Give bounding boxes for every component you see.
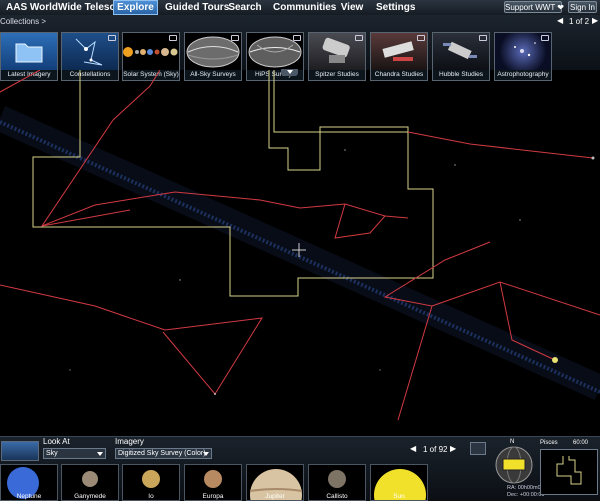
mini-map[interactable] (540, 449, 598, 495)
menu-settings[interactable]: Settings (376, 0, 415, 15)
context-item-label: Europa (202, 493, 224, 500)
menu-bar: AAS WorldWide Telescope Explore Guided T… (0, 0, 600, 16)
globe-icon[interactable] (495, 446, 533, 484)
compass-north-label: N (510, 439, 515, 445)
telescope-icon (433, 33, 489, 70)
context-panel: Look At Sky Imagery Digitized Sky Survey… (0, 436, 600, 501)
prev-page-icon[interactable]: ◀ (557, 16, 563, 25)
menu-guided-tours[interactable]: Guided Tours (165, 0, 229, 15)
constellation-icon (62, 33, 118, 70)
context-item-label: Sun (393, 493, 405, 500)
breadcrumb[interactable]: Collections > (0, 17, 46, 26)
galaxy-icon (495, 33, 551, 70)
constellation-name: Pisces (540, 440, 558, 446)
menu-communities[interactable]: Communities (273, 0, 336, 15)
imagery-select[interactable]: Digitized Sky Survey (Color) (115, 448, 212, 459)
menu-view[interactable]: View (339, 0, 365, 15)
imagery-label: Imagery (115, 437, 144, 446)
context-item-neptune[interactable]: Neptune (0, 464, 58, 501)
imagery-thumbnail[interactable] (1, 441, 39, 461)
page-indicator: 1 of 2 (569, 17, 590, 26)
look-at-select[interactable]: Sky (43, 448, 106, 459)
support-button[interactable]: Support WWT ❤ (504, 1, 564, 13)
imagery-value: Digitized Sky Survey (Color) (118, 450, 206, 457)
telescope-icon (371, 33, 427, 70)
context-item-callisto[interactable]: Callisto (308, 464, 366, 501)
menu-search[interactable]: Search (228, 0, 262, 15)
context-item-label: Ganymede (74, 493, 106, 500)
planets-icon (123, 33, 179, 70)
sky-map-icon (185, 33, 241, 70)
look-at-value: Sky (46, 450, 58, 457)
context-item-label: Callisto (326, 493, 348, 500)
milky-way-band (0, 106, 600, 400)
context-item-label: Jupiter (265, 493, 285, 500)
chevron-down-icon (97, 452, 103, 456)
look-at-label: Look At (43, 437, 70, 446)
sky-map-icon (247, 33, 303, 70)
context-item-label: Neptune (16, 493, 42, 500)
context-page-indicator: 1 of 92 (423, 445, 448, 454)
folder-icon (1, 33, 57, 70)
sky-view[interactable] (0, 70, 600, 436)
context-item-label: Io (148, 493, 154, 500)
collections-panel: Collections > ◀ 1 of 2 ▶ Latest Imagery … (0, 15, 600, 81)
context-prev-icon[interactable]: ◀ (410, 444, 416, 453)
context-item-jupiter[interactable]: Jupiter (246, 464, 304, 501)
next-page-icon[interactable]: ▶ (592, 16, 598, 25)
telescope-icon (309, 33, 365, 70)
context-item-sun[interactable]: Sun (370, 464, 428, 501)
sign-in-button[interactable]: Sign In (568, 1, 597, 13)
field-of-view: 60:00 (573, 440, 589, 446)
context-menu-icon[interactable] (470, 442, 486, 455)
context-next-icon[interactable]: ▶ (450, 444, 456, 453)
context-item-io[interactable]: Io (122, 464, 180, 501)
menu-explore[interactable]: Explore (113, 0, 158, 15)
context-item-ganymede[interactable]: Ganymede (61, 464, 119, 501)
chevron-down-icon (203, 452, 209, 456)
constellation-boundaries (32, 70, 434, 297)
context-item-europa[interactable]: Europa (184, 464, 242, 501)
